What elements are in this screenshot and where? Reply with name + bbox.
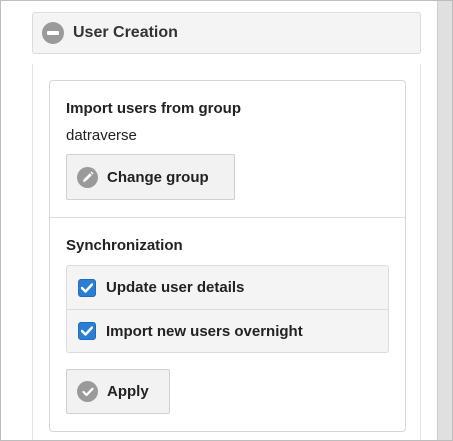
import-new-users-checkbox[interactable] — [78, 322, 96, 340]
import-group-heading: Import users from group — [66, 100, 242, 117]
pencil-icon — [77, 166, 98, 188]
user-creation-section-header[interactable]: User Creation — [32, 12, 421, 54]
minus-circle-icon[interactable] — [42, 22, 64, 44]
divider — [50, 217, 405, 218]
option-import-new-users[interactable]: Import new users overnight — [67, 309, 388, 352]
option-label: Import new users overnight — [106, 322, 303, 340]
apply-button[interactable]: Apply — [66, 369, 170, 414]
update-user-details-checkbox[interactable] — [78, 278, 96, 297]
scrollbar-track[interactable] — [437, 1, 452, 440]
option-update-user-details[interactable]: Update user details — [67, 266, 388, 309]
change-group-button[interactable]: Change group — [66, 154, 235, 200]
group-name: datraverse — [66, 127, 137, 144]
section-title: User Creation — [73, 24, 178, 41]
synchronization-heading: Synchronization — [66, 237, 183, 254]
window-frame: User Creation Import users from group da… — [0, 0, 453, 441]
settings-card: Import users from group datraverse Chang… — [49, 80, 406, 432]
change-group-label: Change group — [107, 168, 209, 186]
sync-options-list: Update user details Import new users ove… — [66, 265, 389, 353]
apply-label: Apply — [107, 383, 149, 400]
option-label: Update user details — [106, 279, 245, 296]
checkmark-circle-icon — [77, 381, 98, 402]
